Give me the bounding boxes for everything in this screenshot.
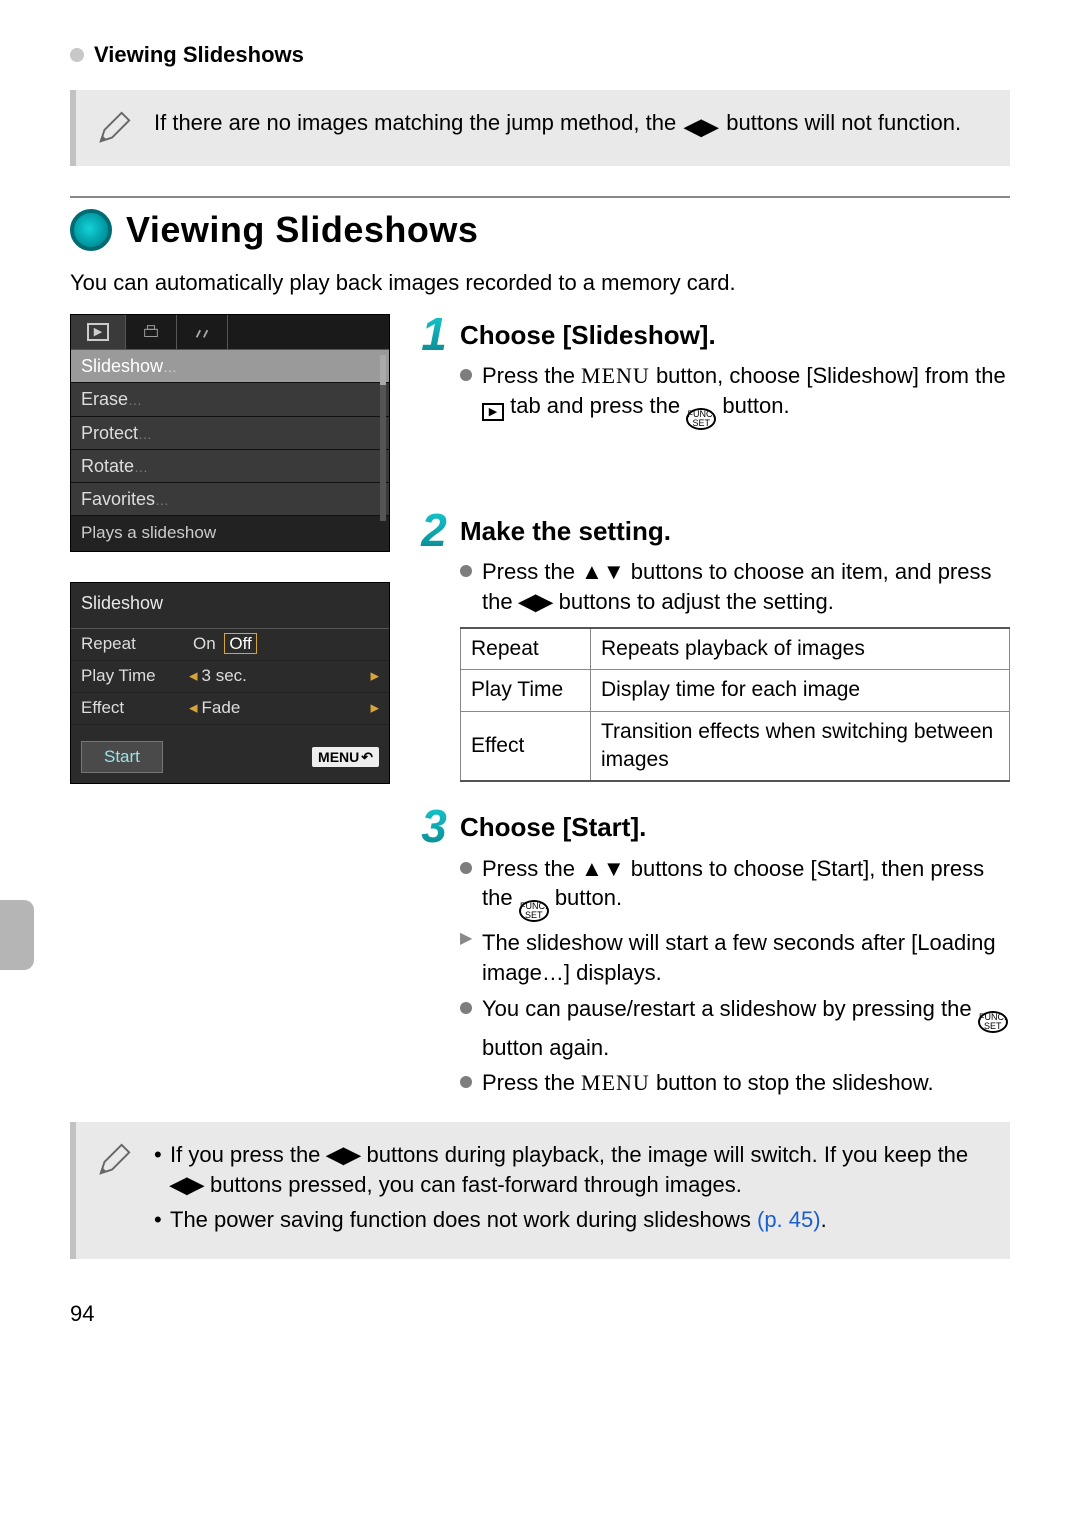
step-2: 2 Make the setting. Press the ▲▼ buttons… <box>416 510 1010 782</box>
menu-item-favorites: Favorites <box>71 483 389 516</box>
print-icon <box>142 323 160 341</box>
menu-item-erase: Erase <box>71 383 389 416</box>
menu-item-rotate: Rotate <box>71 450 389 483</box>
left-right-arrows-icon: ◀▶ <box>682 116 720 138</box>
menu-back-badge: MENU ↶ <box>312 747 379 768</box>
step-1-title: Choose [Slideshow]. <box>460 314 716 353</box>
section-bullet-icon <box>70 209 112 251</box>
playback-tab: ▶ <box>71 315 126 349</box>
func-set-icon: FUNC.SET <box>686 408 716 430</box>
play-tab-icon: ▶ <box>482 403 504 421</box>
note-bottom-line-1: If you press the ◀▶ buttons during playb… <box>154 1140 990 1199</box>
step-3-bullet-2: The slideshow will start a few seconds a… <box>460 928 1010 987</box>
func-set-icon: FUNC.SET <box>978 1011 1008 1033</box>
setting-value-effect: Fade <box>189 697 379 720</box>
tools-tab <box>177 315 228 349</box>
setting-label-repeat: Repeat <box>81 633 181 656</box>
setting-value-repeat: On Off <box>189 633 379 656</box>
menu-item-protect: Protect <box>71 417 389 450</box>
note-top-text-a: If there are no images matching the jump… <box>154 110 682 135</box>
settings-description-table: RepeatRepeats playback of images Play Ti… <box>460 627 1010 782</box>
func-set-icon: FUNC.SET <box>519 900 549 922</box>
tools-icon <box>193 323 211 341</box>
step-2-bullet: Press the ▲▼ buttons to choose an item, … <box>460 557 1010 616</box>
info-note-bottom: If you press the ◀▶ buttons during playb… <box>70 1122 1010 1259</box>
step-1-number: 1 <box>416 314 452 355</box>
step-3-number: 3 <box>416 806 452 847</box>
left-right-arrows-icon: ◀▶ <box>327 1142 361 1167</box>
info-note-top: If there are no images matching the jump… <box>70 90 1010 166</box>
setting-value-playtime: 3 sec. <box>189 665 379 688</box>
note-bottom-content: If you press the ◀▶ buttons during playb… <box>154 1140 990 1241</box>
page-header: Viewing Slideshows <box>70 40 1010 70</box>
print-tab <box>126 315 177 349</box>
section-title-row: Viewing Slideshows <box>70 196 1010 255</box>
setting-label-effect: Effect <box>81 697 181 720</box>
setting-row-repeat: Repeat On Off <box>71 629 389 661</box>
slideshow-start-button: Start <box>81 741 163 774</box>
setting-row-effect: Effect Fade <box>71 693 389 725</box>
page-number: 94 <box>70 1299 1010 1329</box>
section-intro: You can automatically play back images r… <box>70 268 1010 298</box>
page-header-title: Viewing Slideshows <box>94 40 304 70</box>
setting-label-playtime: Play Time <box>81 665 181 688</box>
pencil-icon <box>94 1140 134 1180</box>
step-3: 3 Choose [Start]. Press the ▲▼ buttons t… <box>416 806 1010 1098</box>
play-icon: ▶ <box>87 323 109 341</box>
camera-menu-screenshot: ▶ Slideshow Erase Protect Rotate Favorit… <box>70 314 390 552</box>
step-3-bullet-1: Press the ▲▼ buttons to choose [Start], … <box>460 854 1010 923</box>
up-down-arrows-icon: ▲▼ <box>581 559 625 584</box>
header-dot-icon <box>70 48 84 62</box>
up-down-arrows-icon: ▲▼ <box>581 856 625 881</box>
slideshow-panel-title: Slideshow <box>71 583 389 628</box>
menu-word-icon: MENU <box>581 1070 650 1095</box>
table-row: RepeatRepeats playback of images <box>461 628 1010 670</box>
pencil-icon <box>94 108 134 148</box>
step-2-number: 2 <box>416 510 452 551</box>
camera-scrollbar <box>380 355 386 521</box>
section-title: Viewing Slideshows <box>126 206 478 255</box>
note-top-content: If there are no images matching the jump… <box>154 108 990 138</box>
note-bottom-line-2: The power saving function does not work … <box>154 1205 990 1235</box>
table-row: Play TimeDisplay time for each image <box>461 670 1010 711</box>
side-thumb-tab <box>0 900 34 970</box>
camera-menu-desc: Plays a slideshow <box>71 516 389 551</box>
step-1: 1 Choose [Slideshow]. Press the MENU but… <box>416 314 1010 430</box>
table-row: EffectTransition effects when switching … <box>461 711 1010 781</box>
step-1-bullet: Press the MENU button, choose [Slideshow… <box>460 361 1010 430</box>
left-right-arrows-icon: ◀▶ <box>170 1172 204 1197</box>
menu-item-slideshow: Slideshow <box>71 350 389 383</box>
note-top-text-b: buttons will not function. <box>720 110 961 135</box>
setting-row-playtime: Play Time 3 sec. <box>71 661 389 693</box>
camera-slideshow-screenshot: Slideshow Repeat On Off Play Time 3 sec.… <box>70 582 390 784</box>
step-3-title: Choose [Start]. <box>460 806 646 845</box>
step-3-bullet-4: Press the MENU button to stop the slides… <box>460 1068 1010 1098</box>
left-right-arrows-icon: ◀▶ <box>519 589 553 614</box>
camera-menu-list: Slideshow Erase Protect Rotate Favorites <box>71 350 389 516</box>
step-2-title: Make the setting. <box>460 510 671 549</box>
menu-word-icon: MENU <box>581 363 650 388</box>
step-3-bullet-3: You can pause/restart a slideshow by pre… <box>460 994 1010 1063</box>
page-reference-link[interactable]: (p. 45) <box>757 1207 821 1232</box>
